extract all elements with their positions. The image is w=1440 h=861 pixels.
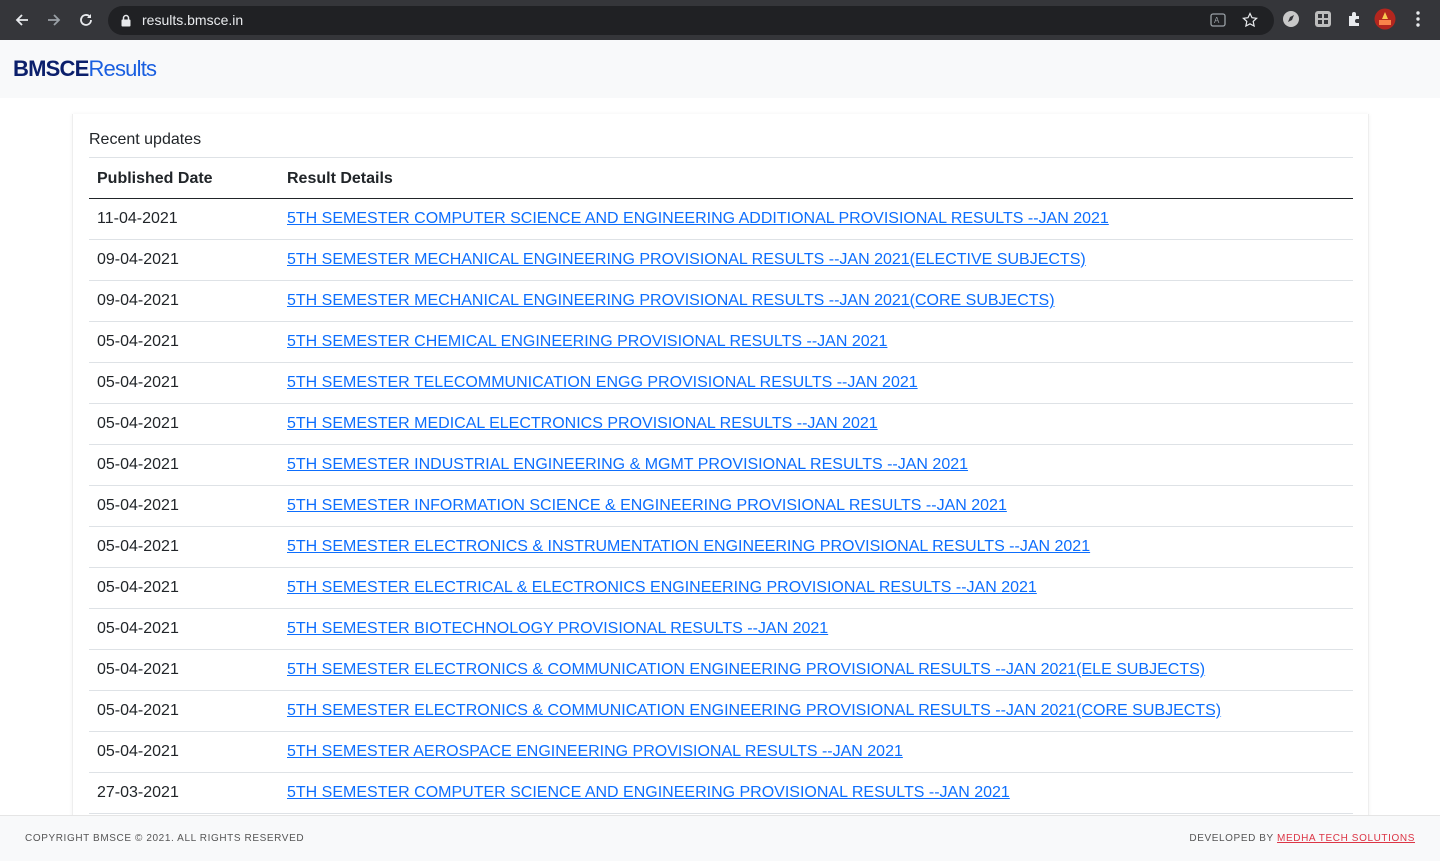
published-date: 05-04-2021 (97, 456, 179, 473)
published-date: 05-04-2021 (97, 579, 179, 596)
svg-text:A: A (1214, 16, 1220, 25)
result-link[interactable]: 5TH SEMESTER COMPUTER SCIENCE AND ENGINE… (287, 210, 1109, 228)
results-card: Recent updates Published Date Result Det… (72, 114, 1369, 834)
result-link[interactable]: 5TH SEMESTER INFORMATION SCIENCE & ENGIN… (287, 497, 1007, 515)
published-date: 27-03-2021 (97, 784, 179, 801)
browser-menu-icon[interactable] (1410, 10, 1426, 28)
table-row: 05-04-2021 5TH SEMESTER ELECTRONICS & INS… (89, 527, 1353, 568)
published-date: 09-04-2021 (97, 251, 179, 268)
result-link[interactable]: 5TH SEMESTER MECHANICAL ENGINEERING PROV… (287, 251, 1086, 269)
table-row: 11-04-2021 5TH SEMESTER COMPUTER SCIENCE … (89, 199, 1353, 240)
published-date: 05-04-2021 (97, 661, 179, 678)
result-link[interactable]: 5TH SEMESTER MEDICAL ELECTRONICS PROVISI… (287, 415, 878, 433)
bookmark-star-icon[interactable] (1242, 12, 1258, 28)
result-link[interactable]: 5TH SEMESTER CHEMICAL ENGINEERING PROVIS… (287, 333, 887, 351)
lock-icon (121, 14, 131, 27)
result-link[interactable]: 5TH SEMESTER ELECTRONICS & COMMUNICATION… (287, 661, 1205, 679)
forward-arrow-icon (48, 14, 61, 26)
results-table: Published Date Result Details 11-04-2021… (89, 157, 1353, 814)
result-link[interactable]: 5TH SEMESTER AEROSPACE ENGINEERING PROVI… (287, 743, 903, 761)
published-date: 05-04-2021 (97, 702, 179, 719)
published-date: 05-04-2021 (97, 497, 179, 514)
column-header-date: Published Date (97, 170, 213, 187)
brand-light-text: Results (88, 56, 157, 81)
published-date: 09-04-2021 (97, 292, 179, 309)
back-arrow-icon (15, 14, 28, 26)
reload-button[interactable] (70, 4, 102, 36)
result-link[interactable]: 5TH SEMESTER MECHANICAL ENGINEERING PROV… (287, 292, 1055, 310)
result-link[interactable]: 5TH SEMESTER ELECTRONICS & COMMUNICATION… (287, 702, 1221, 720)
browser-toolbar: results.bmsce.in A (0, 0, 1440, 40)
table-row: 05-04-2021 5TH SEMESTER TELECOMMUNICATION… (89, 363, 1353, 404)
table-row: 05-04-2021 5TH SEMESTER AEROSPACE ENGINEE… (89, 732, 1353, 773)
published-date: 05-04-2021 (97, 538, 179, 555)
table-row: 09-04-2021 5TH SEMESTER MECHANICAL ENGINE… (89, 281, 1353, 322)
table-row: 05-04-2021 5TH SEMESTER ELECTRICAL & ELEC… (89, 568, 1353, 609)
table-row: 05-04-2021 5TH SEMESTER CHEMICAL ENGINEER… (89, 322, 1353, 363)
table-row: 05-04-2021 5TH SEMESTER ELECTRONICS & COM… (89, 650, 1353, 691)
developer-link[interactable]: MEDHA TECH SOLUTIONS (1277, 833, 1415, 844)
extensions-puzzle-icon[interactable] (1346, 10, 1364, 28)
result-link[interactable]: 5TH SEMESTER ELECTRICAL & ELECTRONICS EN… (287, 579, 1037, 597)
result-link[interactable]: 5TH SEMESTER TELECOMMUNICATION ENGG PROV… (287, 374, 918, 392)
table-row: 05-04-2021 5TH SEMESTER BIOTECHNOLOGY PRO… (89, 609, 1353, 650)
compass-extension-icon[interactable] (1282, 10, 1300, 28)
back-button[interactable] (6, 4, 38, 36)
published-date: 05-04-2021 (97, 620, 179, 637)
table-header: Published Date Result Details (89, 158, 1353, 199)
table-row: 05-04-2021 5TH SEMESTER MEDICAL ELECTRONI… (89, 404, 1353, 445)
result-link[interactable]: 5TH SEMESTER COMPUTER SCIENCE AND ENGINE… (287, 784, 1010, 802)
published-date: 11-04-2021 (97, 210, 178, 227)
developer-credit: DEVELOPED BY MEDHA TECH SOLUTIONS (1189, 833, 1415, 844)
result-link[interactable]: 5TH SEMESTER ELECTRONICS & INSTRUMENTATI… (287, 538, 1090, 556)
table-row: 09-04-2021 5TH SEMESTER MECHANICAL ENGINE… (89, 240, 1353, 281)
grid-extension-icon[interactable] (1314, 10, 1332, 28)
column-header-details: Result Details (287, 170, 393, 187)
site-navbar: BMSCEResults (0, 40, 1440, 98)
translate-icon[interactable]: A (1210, 12, 1226, 28)
published-date: 05-04-2021 (97, 333, 179, 350)
copyright-text: COPYRIGHT BMSCE © 2021. ALL RIGHTS RESER… (25, 833, 305, 844)
developed-by-label: DEVELOPED BY (1189, 833, 1274, 844)
card-title: Recent updates (89, 131, 202, 148)
site-footer: COPYRIGHT BMSCE © 2021. ALL RIGHTS RESER… (0, 815, 1440, 861)
url-text: results.bmsce.in (142, 12, 244, 28)
brand-bold-text: BMSCE (13, 56, 89, 81)
address-bar[interactable]: results.bmsce.in A (108, 6, 1274, 35)
published-date: 05-04-2021 (97, 415, 179, 432)
published-date: 05-04-2021 (97, 374, 179, 391)
result-link[interactable]: 5TH SEMESTER INDUSTRIAL ENGINEERING & MG… (287, 456, 968, 474)
published-date: 05-04-2021 (97, 743, 179, 760)
table-row: 05-04-2021 5TH SEMESTER INFORMATION SCIEN… (89, 486, 1353, 527)
table-row: 05-04-2021 5TH SEMESTER INDUSTRIAL ENGINE… (89, 445, 1353, 486)
table-row: 27-03-2021 5TH SEMESTER COMPUTER SCIENCE … (89, 773, 1353, 814)
result-link[interactable]: 5TH SEMESTER BIOTECHNOLOGY PROVISIONAL R… (287, 620, 828, 638)
brand-logo[interactable]: BMSCEResults (13, 56, 157, 82)
forward-button[interactable] (38, 4, 70, 36)
profile-avatar-icon[interactable] (1374, 8, 1396, 30)
reload-icon (80, 14, 92, 26)
table-row: 05-04-2021 5TH SEMESTER ELECTRONICS & COM… (89, 691, 1353, 732)
